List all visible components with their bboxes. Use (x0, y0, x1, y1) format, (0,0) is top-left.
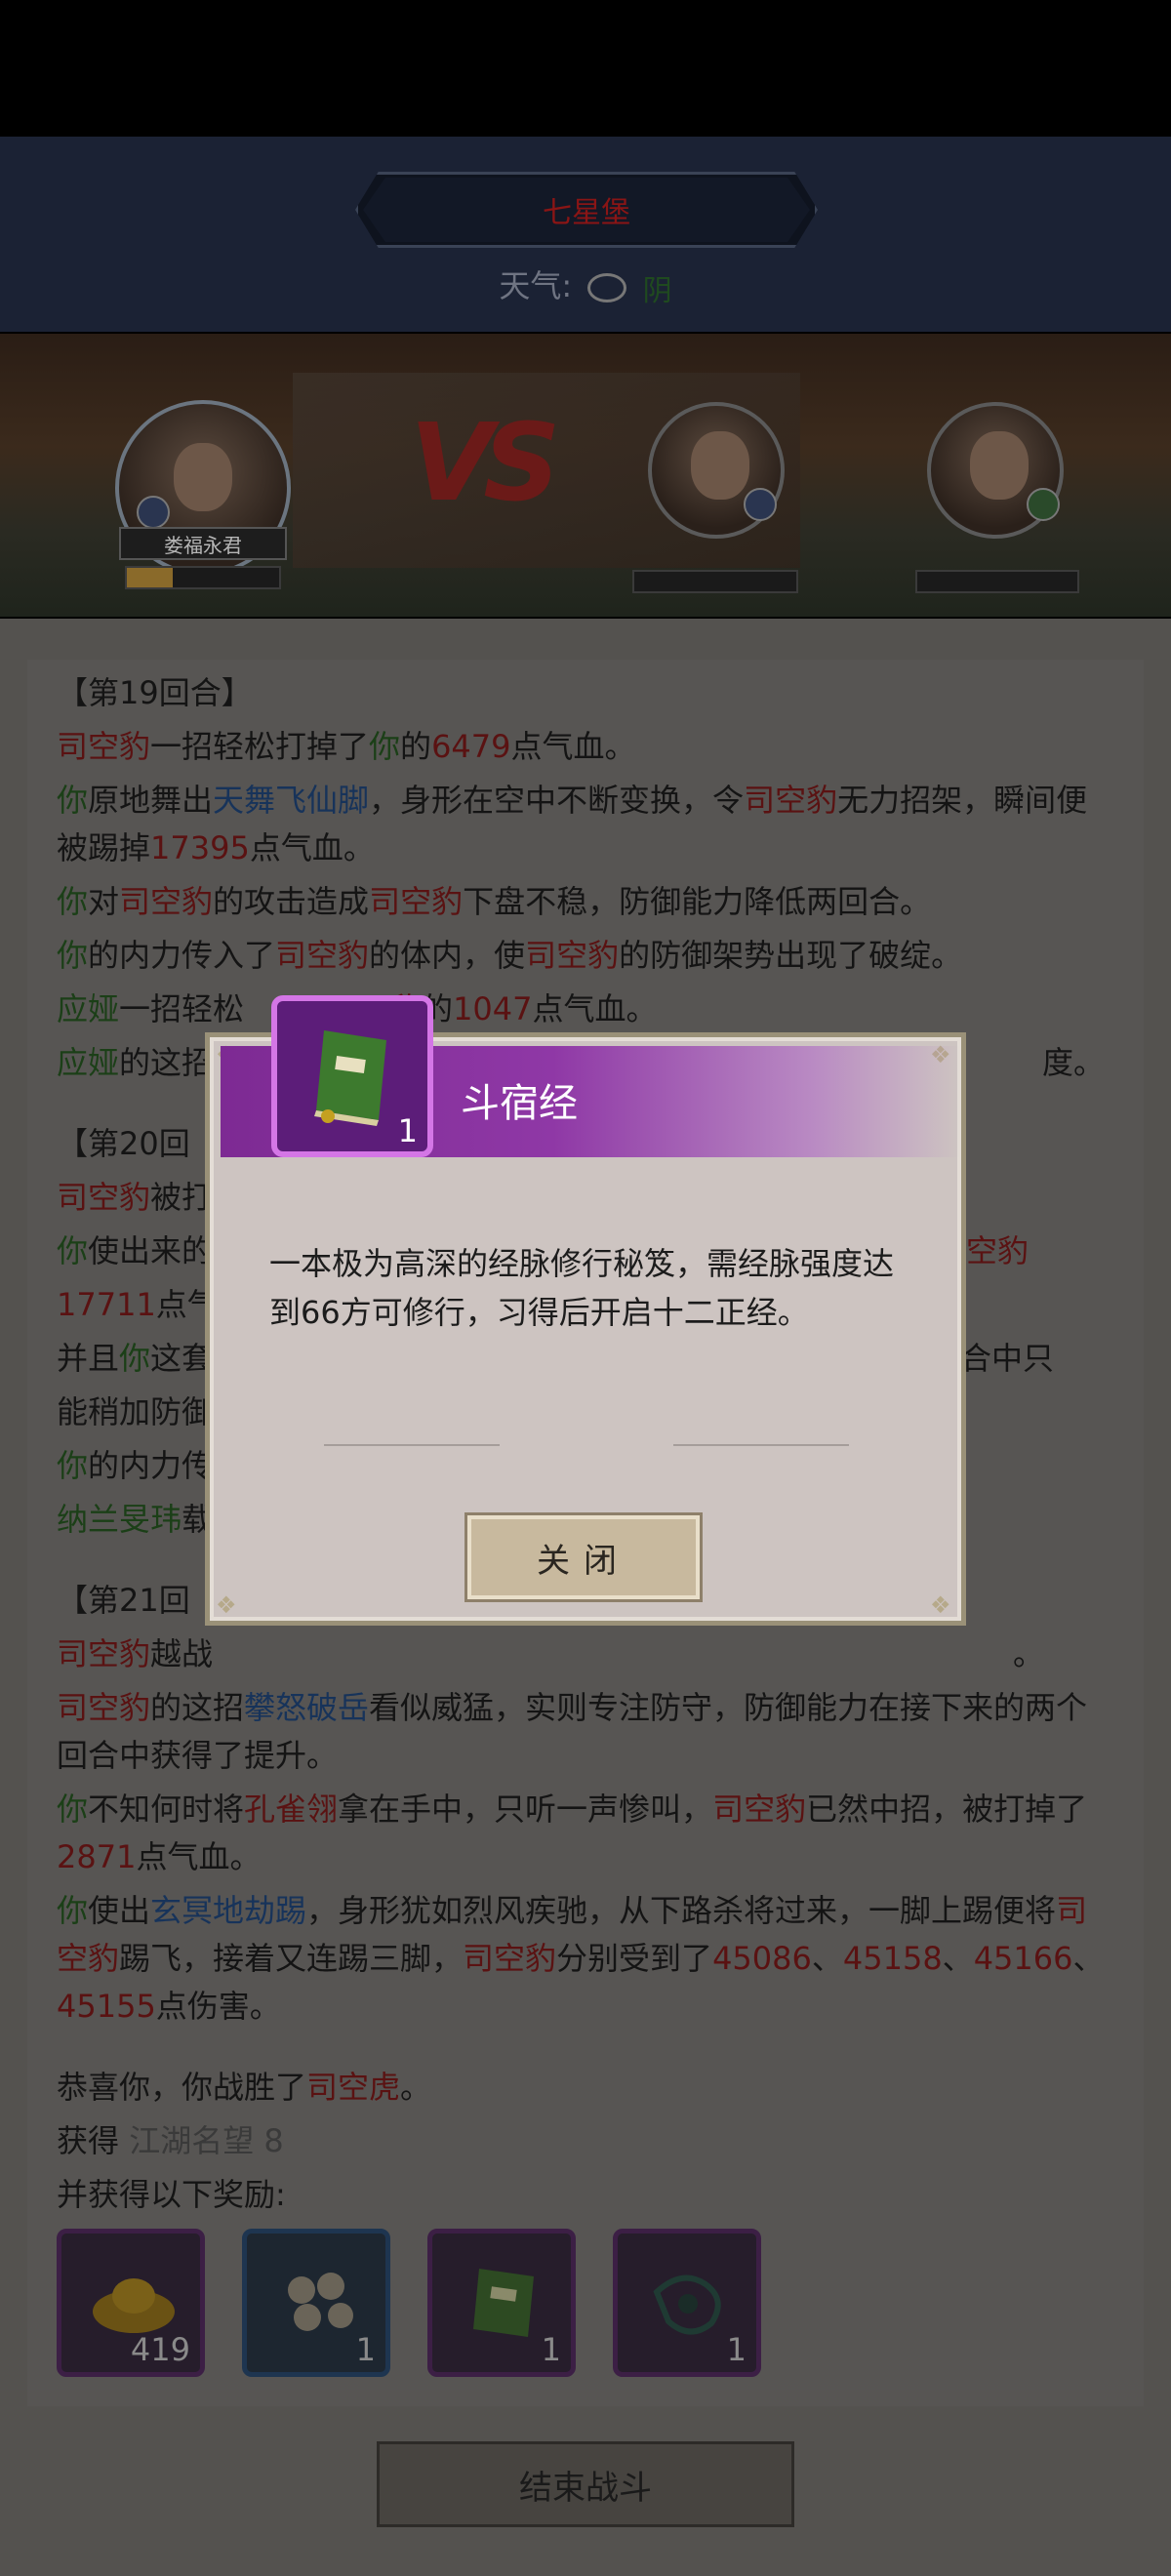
game-screen: 七星堡 天气: 阴 娄福永君 VS 【第19回合】 司空豹一招轻松打掉了你的64… (0, 0, 1171, 2576)
enemy2-hp-bar (915, 570, 1079, 593)
divider-ornament (673, 1444, 849, 1446)
log-line: 司空豹越战。 (57, 1635, 1045, 1672)
reward-slot[interactable]: 1 (427, 2229, 576, 2377)
weather-value: 阴 (642, 274, 672, 308)
reward-label: 并获得以下奖励: (57, 2176, 286, 2213)
gold-ingot-icon (93, 2278, 175, 2333)
log-line: 你的内力传入了司空豹的体内，使司空豹的防御架势出现了破绽。 (57, 937, 963, 974)
weather-display: 天气: 阴 (0, 262, 1171, 309)
dark-ornament-icon (653, 2274, 721, 2335)
player-sect-badge-icon (137, 496, 170, 529)
item-description: 一本极为高深的经脉修行秘笈，需经脉强度达到66方可修行，习得后开启十二正经。 (269, 1245, 895, 1331)
player-name-tag: 娄福永君 (119, 527, 287, 560)
lotus-seeds-icon (288, 2273, 353, 2331)
modal-title: 斗宿经 (461, 1081, 578, 1126)
reward-slot[interactable]: 419 (57, 2229, 205, 2377)
scripture-book-icon (314, 1030, 386, 1126)
player-hp-bar (125, 566, 281, 589)
log-line: 司空豹的这招攀怒破岳看似威猛，实则专注防守，防御能力在接下来的两个回合中获得了提… (57, 1689, 1088, 1774)
cloud-swirl-icon (587, 273, 627, 302)
enemy2-sect-badge-icon (1027, 488, 1060, 521)
reward-slot[interactable]: 1 (242, 2229, 390, 2377)
log-line: 你原地舞出天舞飞仙脚，身形在空中不断变换，令司空豹无力招架，瞬间便被踢掉1739… (57, 782, 1088, 866)
reward-count: 1 (541, 2331, 561, 2368)
log-line: 你使出玄冥地劫踢，身形犹如烈风疾驰，从下路杀将过来，一脚上踢便将司空豹踢飞，接着… (57, 1892, 1105, 2025)
location-title: 七星堡 (363, 178, 810, 242)
log-line: 司空豹一招轻松打掉了你的6479点气血。 (57, 728, 636, 765)
corner-ornament-icon: ❖ (216, 1591, 237, 1619)
face-shape (691, 431, 749, 500)
reward-count: 1 (726, 2331, 747, 2368)
round-header: 【第19回合】 (57, 674, 253, 711)
scripture-book-icon (473, 2269, 534, 2337)
item-count: 1 (397, 1112, 418, 1149)
enemy1-hp-bar (632, 570, 798, 593)
corner-ornament-icon: ❖ (930, 1591, 951, 1619)
log-line: 你不知何时将孔雀翎拿在手中，只听一声惨叫，司空豹已然中招，被打掉了2871点气血… (57, 1791, 1088, 1875)
enemy1-sect-badge-icon (744, 488, 777, 521)
log-line: 应娅一招轻松豹的1047点气血。 (57, 990, 658, 1027)
vs-emblem-icon: VS (410, 400, 560, 525)
face-shape (174, 443, 232, 511)
log-line: 你对司空豹的攻击造成司空豹下盘不稳，防御能力降低两回合。 (57, 883, 932, 920)
reward-count: 1 (355, 2331, 376, 2368)
close-button[interactable]: 关闭 (464, 1512, 703, 1602)
end-battle-button[interactable]: 结束战斗 (377, 2441, 794, 2527)
victory-line: 恭喜你，你战胜了司空虎。 (57, 2069, 432, 2106)
player-hp-fill (127, 568, 173, 587)
reward-slot[interactable]: 1 (613, 2229, 761, 2377)
divider-ornament (324, 1444, 500, 1446)
item-frame: 1 (271, 995, 433, 1157)
weather-label: 天气: (499, 267, 573, 304)
reward-count: 419 (130, 2331, 190, 2368)
face-shape (970, 431, 1029, 500)
gain-line: 获得 江湖名望 8 (57, 2122, 284, 2159)
reward-list: 419 1 1 1 (57, 2229, 761, 2377)
